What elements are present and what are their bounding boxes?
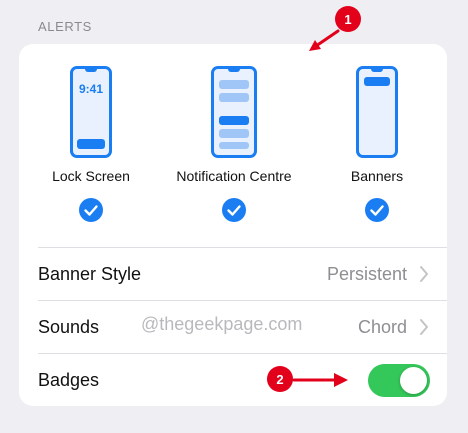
notification-centre-preview-icon xyxy=(211,66,257,158)
banner-style-value: Persistent xyxy=(326,263,407,284)
alert-option-notification-centre[interactable]: Notification Centre xyxy=(159,66,309,222)
notification-centre-checkmark-icon[interactable] xyxy=(222,198,246,222)
badges-label: Badges xyxy=(38,369,100,390)
banner-style-label: Banner Style xyxy=(38,263,142,284)
sounds-label: Sounds xyxy=(38,316,100,337)
alert-option-label: Notification Centre xyxy=(176,168,292,184)
lock-screen-preview-icon: 9:41 xyxy=(70,66,112,158)
watermark: @thegeekpage.com xyxy=(141,314,303,334)
badges-toggle[interactable] xyxy=(368,364,430,397)
alert-option-label: Banners xyxy=(350,168,404,184)
chevron-right-icon xyxy=(420,266,428,282)
alert-option-label: Lock Screen xyxy=(52,168,130,184)
toggle-knob xyxy=(400,367,427,394)
alert-option-lock-screen[interactable]: 9:41 Lock Screen xyxy=(16,66,166,222)
annotation-arrow-icon xyxy=(309,29,340,51)
alert-option-banners[interactable]: Banners xyxy=(302,66,452,222)
banners-checkmark-icon[interactable] xyxy=(365,198,389,222)
alerts-card: 9:41 Lock Screen Notification Centre Ban… xyxy=(19,44,447,406)
badges-row: Badges xyxy=(38,354,447,406)
sounds-row[interactable]: Sounds @thegeekpage.com Chord xyxy=(38,301,447,353)
sounds-value: Chord xyxy=(357,316,407,337)
chevron-right-icon xyxy=(420,319,428,335)
banner-style-row[interactable]: Banner Style Persistent xyxy=(38,248,447,300)
banners-preview-icon xyxy=(356,66,398,158)
lock-screen-preview-time: 9:41 xyxy=(78,82,104,96)
annotation-marker-2: 2 xyxy=(267,366,293,392)
lock-screen-checkmark-icon[interactable] xyxy=(79,198,103,222)
annotation-arrow-icon xyxy=(292,373,348,387)
alerts-section-header: ALERTS xyxy=(38,19,92,34)
